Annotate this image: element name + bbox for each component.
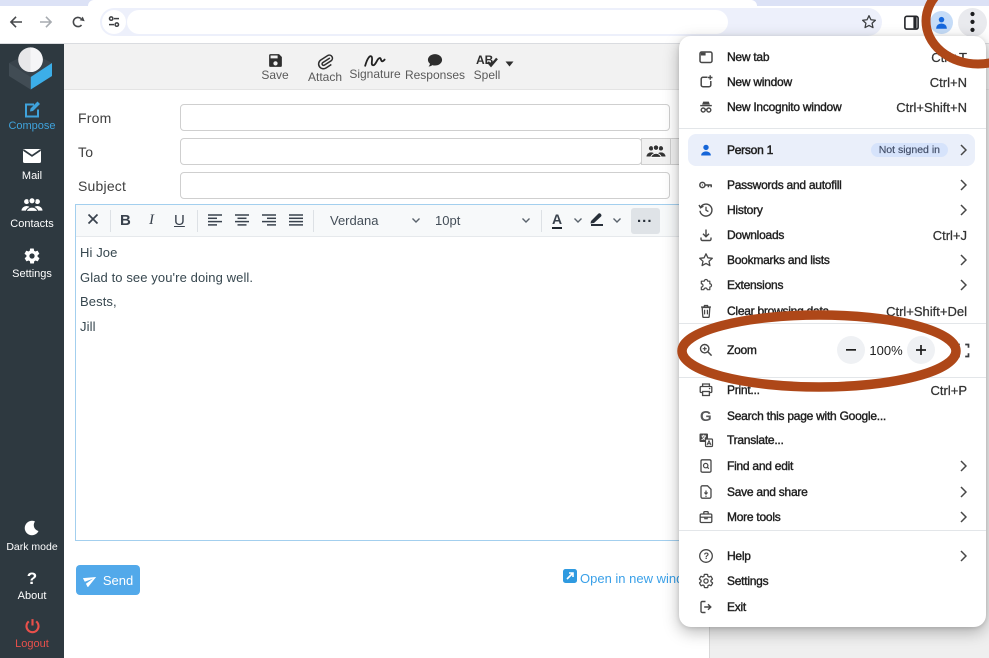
svg-text:?: ? <box>704 551 710 561</box>
svg-text:G: G <box>700 408 712 424</box>
